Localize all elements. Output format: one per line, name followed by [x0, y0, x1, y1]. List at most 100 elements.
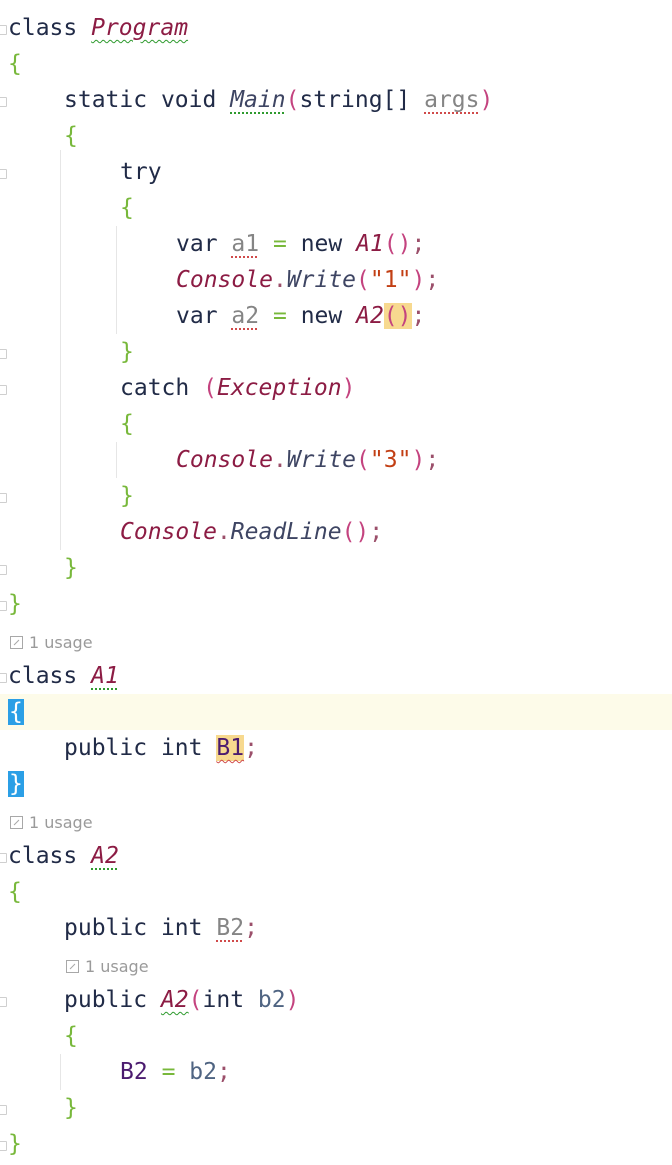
keyword: public — [64, 735, 148, 761]
string-literal: "1" — [369, 267, 412, 293]
brace-match-highlight: { — [8, 699, 24, 725]
usage-hint[interactable]: 1 usage — [66, 949, 149, 985]
usage-arrow-icon — [10, 636, 23, 649]
code-line[interactable]: Console.Write("1"); — [0, 262, 672, 298]
keyword: class — [8, 843, 78, 869]
keyword: int — [160, 735, 203, 761]
keyword: new — [300, 303, 343, 329]
keyword: var — [176, 231, 218, 257]
semicolon: ; — [411, 231, 426, 257]
code-line[interactable]: public int B2; — [0, 910, 672, 946]
code-line[interactable]: catch (Exception) — [0, 370, 672, 406]
code-line[interactable]: static void Main(string[] args) — [0, 82, 672, 118]
class-name: Exception — [216, 375, 342, 401]
keyword: int — [160, 915, 203, 941]
code-line[interactable]: } — [0, 766, 672, 802]
paren: ( — [188, 987, 203, 1013]
method-name: Write — [286, 447, 357, 473]
parameter-name: args — [424, 87, 480, 113]
paren: ( — [356, 267, 370, 293]
brace: { — [120, 411, 134, 437]
dot: . — [216, 519, 231, 545]
field-name: B2 — [216, 915, 245, 941]
brace: { — [64, 123, 78, 149]
semicolon: ; — [369, 519, 384, 545]
keyword: class — [8, 15, 78, 41]
paren: ) — [285, 987, 300, 1013]
brace: { — [64, 1023, 78, 1049]
code-line[interactable]: class Program — [0, 10, 672, 46]
code-line[interactable]: class A2 — [0, 838, 672, 874]
code-line[interactable]: { — [0, 874, 672, 910]
keyword: new — [300, 231, 343, 257]
code-editor[interactable]: class Program { static void Main(string[… — [0, 0, 672, 1165]
code-line[interactable]: } — [0, 1126, 672, 1162]
semicolon: ; — [244, 735, 258, 761]
class-name: Program — [91, 15, 189, 41]
variable-name: a2 — [231, 303, 260, 329]
code-line[interactable]: } — [0, 586, 672, 622]
code-line[interactable]: } — [0, 478, 672, 514]
operator: = — [272, 303, 287, 329]
paren: ) — [341, 375, 356, 401]
code-line[interactable]: public A2(int b2) — [0, 982, 672, 1018]
keyword: catch — [120, 375, 190, 401]
keyword: void — [160, 87, 217, 113]
semicolon: ; — [425, 267, 440, 293]
brace: } — [64, 555, 78, 581]
code-line[interactable]: { — [0, 118, 672, 154]
keyword: try — [120, 159, 162, 185]
code-line[interactable]: public int B1; — [0, 730, 672, 766]
semicolon: ; — [216, 1059, 231, 1085]
code-line[interactable]: try — [0, 154, 672, 190]
brace: } — [8, 591, 22, 617]
code-line[interactable]: } — [0, 334, 672, 370]
code-line[interactable]: Console.Write("3"); — [0, 442, 672, 478]
code-line[interactable]: var a2 = new A2(); — [0, 298, 672, 334]
code-line[interactable]: { — [0, 1018, 672, 1054]
usage-hint-label: 1 usage — [29, 633, 93, 652]
method-name: ReadLine — [230, 519, 342, 545]
usage-hint[interactable]: 1 usage — [10, 625, 93, 661]
code-line[interactable]: B2 = b2; — [0, 1054, 672, 1090]
constructor-name: A2 — [160, 987, 189, 1013]
code-line[interactable]: { — [0, 406, 672, 442]
code-line[interactable]: } — [0, 550, 672, 586]
code-line[interactable]: } — [0, 1090, 672, 1126]
code-line[interactable]: class A1 — [0, 658, 672, 694]
dot: . — [272, 267, 287, 293]
code-line[interactable]: { — [0, 190, 672, 226]
field-name: B2 — [120, 1059, 148, 1085]
keyword: int — [202, 987, 245, 1013]
current-code-line[interactable]: { — [0, 694, 672, 730]
class-name: Console — [176, 447, 273, 473]
operator: = — [272, 231, 287, 257]
usage-hint-label: 1 usage — [29, 813, 93, 832]
paren: ( — [203, 375, 217, 401]
brace-match-highlight: } — [8, 771, 24, 797]
string-literal: "3" — [369, 447, 412, 473]
operator: = — [161, 1059, 176, 1085]
paren: () — [341, 519, 370, 545]
field-name: B1 — [216, 735, 245, 761]
paren: ) — [411, 447, 426, 473]
class-name: Console — [176, 267, 273, 293]
keyword: public — [64, 987, 148, 1013]
paren-match-highlight: () — [383, 303, 412, 329]
usage-hint[interactable]: 1 usage — [10, 805, 93, 841]
class-name: A2 — [91, 843, 119, 869]
semicolon: ; — [425, 447, 440, 473]
brace: } — [120, 483, 134, 509]
code-line[interactable]: Console.ReadLine(); — [0, 514, 672, 550]
keyword: class — [8, 663, 78, 689]
parameter-name: b2 — [257, 987, 286, 1013]
code-line[interactable]: var a1 = new A1(); — [0, 226, 672, 262]
type-name: string[] — [299, 87, 411, 113]
method-name: Main — [230, 87, 286, 113]
brace: } — [120, 339, 134, 365]
keyword: static — [64, 87, 148, 113]
brace: } — [64, 1095, 78, 1121]
class-name: A1 — [356, 231, 384, 257]
code-line[interactable]: { — [0, 46, 672, 82]
paren: () — [383, 231, 412, 257]
